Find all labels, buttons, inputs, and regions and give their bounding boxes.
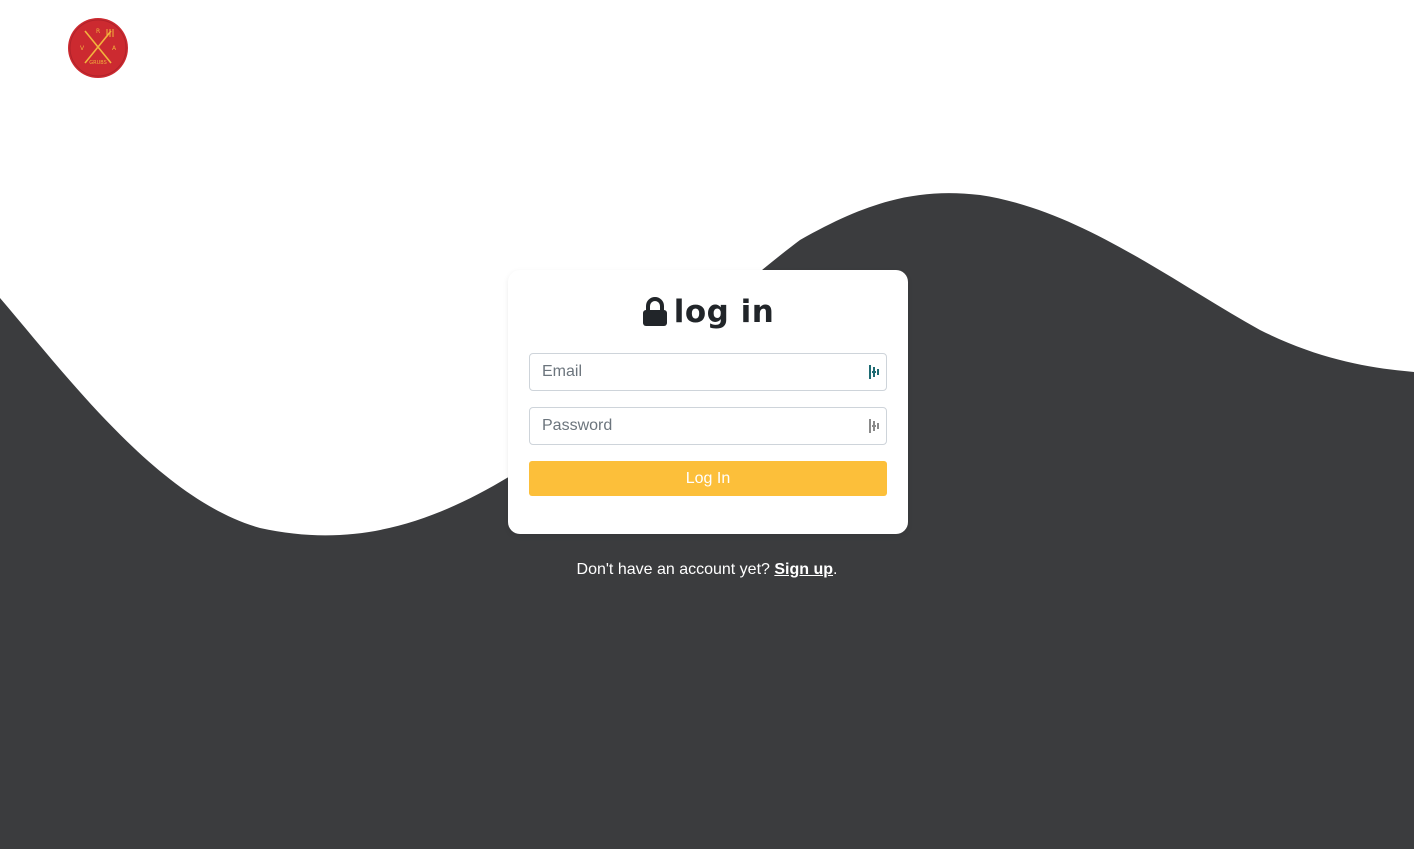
login-page: V R A GRUBS log in Email Log In Don't ha…: [0, 0, 1414, 849]
login-title: log in: [529, 270, 887, 330]
signup-prompt-text: Don't have an account yet?: [576, 561, 770, 578]
signup-prompt: Don't have an account yet? Sign up.: [0, 560, 1414, 580]
signup-link[interactable]: Sign up: [774, 561, 833, 578]
login-card: log in Log In: [508, 270, 908, 534]
password-manager-icon[interactable]: [869, 419, 881, 433]
grubs-logo: V R A GRUBS: [68, 18, 128, 78]
password-field: [529, 407, 887, 445]
signup-suffix: .: [833, 561, 838, 578]
login-title-text: log in: [673, 294, 775, 330]
email-field: [529, 353, 887, 391]
email-input[interactable]: [530, 354, 850, 390]
lock-icon: [642, 297, 667, 326]
logo-letter-r: R: [96, 28, 100, 35]
logo-text: GRUBS: [89, 60, 107, 66]
password-manager-icon[interactable]: [869, 365, 881, 379]
password-input[interactable]: [530, 408, 850, 444]
login-button[interactable]: Log In: [529, 461, 887, 496]
